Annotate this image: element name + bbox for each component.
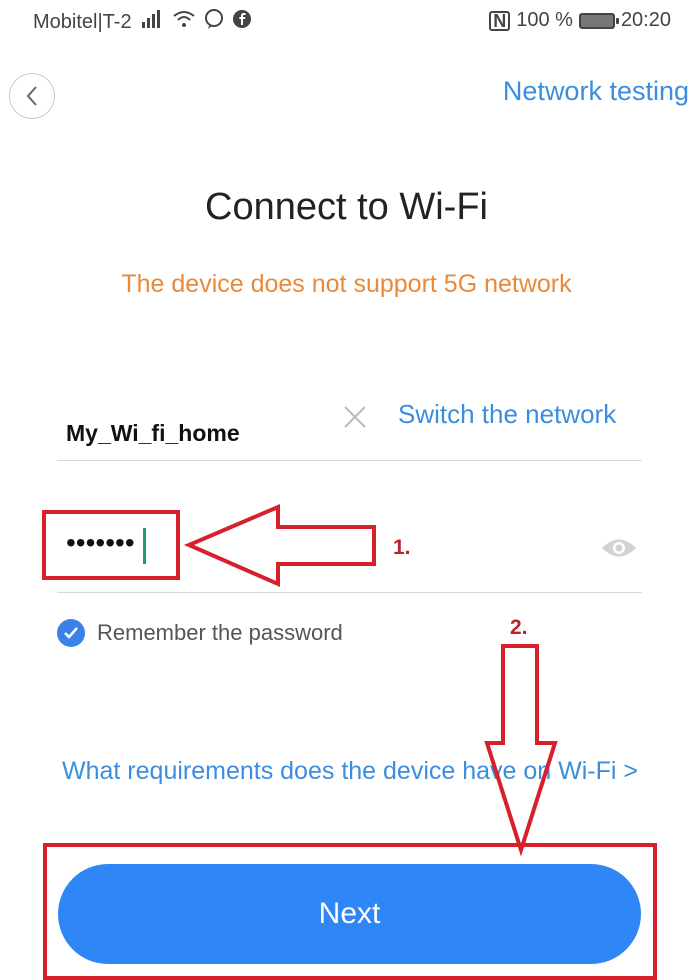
wifi-icon — [172, 10, 196, 34]
annotation-box-next — [43, 843, 657, 980]
5g-warning: The device does not support 5G network — [121, 270, 572, 298]
back-button[interactable] — [9, 73, 55, 119]
annotation-arrow-left — [183, 503, 376, 588]
facebook-icon — [232, 9, 252, 35]
carrier-label: Mobitel|T-2 — [33, 10, 132, 33]
battery-percent: 100 % — [516, 9, 573, 31]
annotation-arrows — [183, 503, 558, 857]
status-bar: Mobitel|T-2 N 100 % 20:20 — [0, 0, 693, 48]
annotation-label-step2: 2. — [510, 616, 528, 639]
clear-icon[interactable] — [342, 404, 368, 430]
chevron-left-icon — [26, 86, 37, 106]
annotation-arrow-down — [484, 644, 558, 857]
ssid-field[interactable]: My_Wi_fi_home — [66, 420, 240, 447]
ssid-divider — [57, 460, 642, 461]
status-left: Mobitel|T-2 — [33, 9, 252, 35]
annotation-label-step1: 1. — [393, 536, 411, 559]
nfc-icon: N — [489, 10, 511, 31]
annotation-box-password — [42, 510, 180, 580]
network-testing-link[interactable]: Network testing — [503, 76, 689, 107]
switch-network-link[interactable]: Switch the network — [398, 399, 616, 430]
signal-icon — [140, 10, 164, 34]
remember-password-label: Remember the password — [97, 620, 343, 645]
status-right: N 100 % 20:20 — [489, 9, 671, 32]
battery-icon — [578, 12, 619, 29]
wifi-requirements-link[interactable]: What requirements does the device have o… — [60, 754, 640, 788]
checkmark-icon[interactable] — [57, 619, 85, 647]
viber-icon — [204, 9, 224, 35]
eye-icon[interactable] — [600, 535, 638, 561]
remember-password-row[interactable]: Remember the password — [57, 619, 343, 647]
status-time: 20:20 — [620, 9, 671, 31]
password-divider — [57, 592, 642, 593]
page-title: Connect to Wi-Fi — [205, 186, 488, 228]
